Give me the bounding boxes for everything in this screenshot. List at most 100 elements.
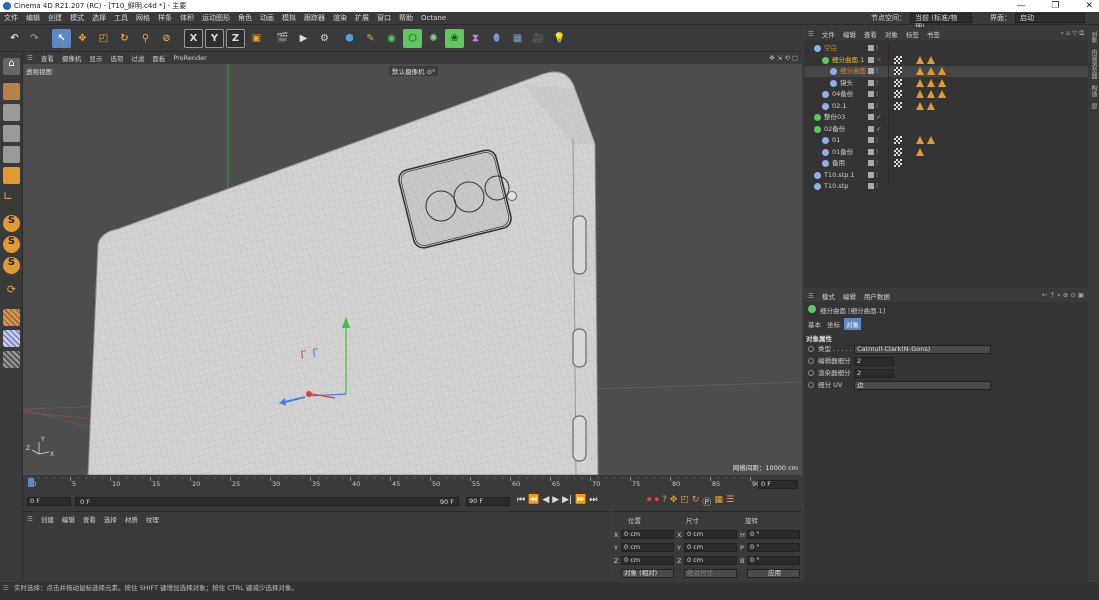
- checker-tag-icon[interactable]: [894, 136, 902, 144]
- enable-dots-icon[interactable]: ⁞: [876, 135, 878, 146]
- enable-dots-icon[interactable]: ⁞: [876, 101, 878, 112]
- am-menu-mode[interactable]: 模式: [818, 291, 839, 301]
- deformer-icon[interactable]: ✺: [424, 29, 443, 48]
- checker-tag-icon[interactable]: [894, 55, 902, 64]
- viewport-nav-icons[interactable]: ✥ ⇲ ⟲ ▢: [765, 54, 802, 62]
- object-row[interactable]: 镜头 ⁞: [804, 78, 1088, 89]
- enable-dots-icon[interactable]: ⁞: [876, 78, 878, 89]
- object-name[interactable]: 镜头: [840, 78, 853, 89]
- material-menu-texture[interactable]: 纹理: [142, 514, 163, 524]
- material-tag-icon[interactable]: [938, 78, 946, 87]
- material-menu-edit[interactable]: 编辑: [58, 514, 79, 524]
- previous-frame-icon[interactable]: ◀: [542, 495, 549, 505]
- enable-dots-icon[interactable]: ⁞: [876, 181, 878, 192]
- enable-dots-icon[interactable]: ⁞: [876, 43, 878, 54]
- minimize-button[interactable]: —: [1016, 0, 1025, 12]
- enable-dots-icon[interactable]: ✓: [876, 112, 882, 123]
- z-axis-lock-icon[interactable]: Z: [226, 29, 245, 48]
- material-tag-icon[interactable]: [916, 78, 924, 87]
- snap-icon[interactable]: S: [3, 215, 20, 232]
- dock-tab-objects[interactable]: 对象: [1089, 31, 1098, 43]
- apply-button[interactable]: 应用: [747, 569, 800, 578]
- visibility-toggle-icon[interactable]: [868, 56, 874, 63]
- menu-volume[interactable]: 体积: [176, 13, 198, 23]
- texture-mode-button[interactable]: [3, 104, 20, 121]
- menu-help[interactable]: 帮助: [395, 13, 417, 23]
- size-x-field[interactable]: 0 cm: [684, 530, 737, 539]
- om-menu-bookmarks[interactable]: 书签: [923, 29, 944, 39]
- checker-tag-icon[interactable]: [894, 159, 902, 167]
- checker-tag-icon[interactable]: [894, 147, 902, 156]
- menu-spline[interactable]: 样条: [154, 13, 176, 23]
- menu-mode[interactable]: 模式: [66, 13, 88, 23]
- om-menu-tags[interactable]: 标签: [902, 29, 923, 39]
- camera-icon[interactable]: 🎥: [529, 29, 548, 48]
- solo-grid-icon[interactable]: [3, 351, 20, 368]
- animate-param-icon[interactable]: [808, 358, 814, 364]
- checker-tag-icon[interactable]: [894, 101, 902, 110]
- render-view-icon[interactable]: 🎬: [273, 29, 292, 48]
- object-name[interactable]: 细分曲面.1: [832, 55, 864, 66]
- object-name[interactable]: 01备份: [832, 147, 853, 158]
- visibility-toggle-icon[interactable]: [868, 160, 874, 166]
- undo-icon[interactable]: ↶: [5, 29, 24, 48]
- menu-octane[interactable]: Octane: [417, 14, 450, 22]
- visibility-toggle-icon[interactable]: [868, 183, 874, 189]
- position-x-field[interactable]: 0 cm: [621, 530, 674, 539]
- menu-animate[interactable]: 动画: [256, 13, 278, 23]
- key-position-icon[interactable]: ✥: [670, 495, 678, 508]
- viewport-menu-display[interactable]: 显示: [85, 53, 106, 63]
- object-row[interactable]: 04备份 ⁞: [804, 89, 1088, 100]
- tab-coord[interactable]: 坐标: [825, 318, 842, 330]
- redo-icon[interactable]: ↷: [25, 29, 44, 48]
- keyframe-selection-icon[interactable]: ?: [662, 495, 667, 508]
- object-name[interactable]: 备用: [832, 158, 845, 169]
- menu-extensions[interactable]: 扩展: [351, 13, 373, 23]
- move-icon[interactable]: ✥: [73, 29, 92, 48]
- field-icon[interactable]: ❀: [445, 29, 464, 48]
- om-menu-view[interactable]: 查看: [860, 29, 881, 39]
- checker-tag-icon[interactable]: [894, 90, 902, 98]
- material-menu-material[interactable]: 材质: [121, 514, 142, 524]
- menu-tracker[interactable]: 跟踪器: [300, 13, 329, 23]
- record-keys-icon[interactable]: ⏺: [647, 495, 652, 508]
- model-mode-icon[interactable]: ⊘: [157, 29, 176, 48]
- enable-dots-icon[interactable]: ⁞: [876, 147, 878, 158]
- x-axis-lock-icon[interactable]: X: [184, 29, 203, 48]
- key-scale-icon[interactable]: ◰: [680, 495, 689, 508]
- material-tag-icon[interactable]: [938, 90, 946, 98]
- om-menu-file[interactable]: 文件: [818, 29, 839, 39]
- tab-basic[interactable]: 基本: [806, 318, 823, 330]
- render-picture-viewer-icon[interactable]: ▶: [294, 29, 313, 48]
- visibility-toggle-icon[interactable]: [868, 171, 874, 178]
- checker-tag-icon[interactable]: [894, 67, 902, 75]
- object-name[interactable]: 02备份: [824, 124, 845, 135]
- object-row[interactable]: 02备份 ✓: [804, 124, 1088, 135]
- object-row[interactable]: 01备份 ⁞: [804, 147, 1088, 158]
- subdivision-surface-icon[interactable]: ◉: [382, 29, 401, 48]
- menu-select[interactable]: 选择: [88, 13, 110, 23]
- visibility-toggle-icon[interactable]: [868, 148, 874, 155]
- cube-primitive-icon[interactable]: ⬢: [340, 29, 359, 48]
- material-tag-icon[interactable]: [916, 90, 924, 98]
- object-row[interactable]: 空白 ⁞: [804, 43, 1088, 54]
- key-param-icon[interactable]: Ⓟ: [702, 495, 711, 508]
- am-nav-icons[interactable]: ← ↑ ⌕ ⊕ ⊙ ▣: [1038, 291, 1088, 300]
- go-to-end-icon[interactable]: ⏭: [589, 495, 597, 505]
- perspective-viewport[interactable]: Γ Γ Y X Z 透视视图 默认摄像机 ⊙° 网格间距：10000 cm: [23, 64, 802, 475]
- material-menu-view[interactable]: 查看: [79, 514, 100, 524]
- object-row[interactable]: 备用 ⁞: [804, 158, 1088, 169]
- object-row[interactable]: 01 ⁞: [804, 135, 1088, 146]
- menu-file[interactable]: 文件: [0, 13, 22, 23]
- enable-dots-icon[interactable]: ⁞: [876, 170, 878, 181]
- brush-grid-icon[interactable]: [3, 309, 20, 326]
- property-dropdown[interactable]: 边: [854, 381, 991, 390]
- floor-icon[interactable]: ▦: [508, 29, 527, 48]
- material-tag-icon[interactable]: [938, 67, 946, 75]
- tab-object[interactable]: 对象: [844, 318, 861, 330]
- om-search-icon[interactable]: ⌕ ⌂ ▽ ⧉: [1056, 29, 1088, 38]
- visibility-toggle-icon[interactable]: [868, 79, 874, 86]
- material-tag-icon[interactable]: [927, 78, 935, 87]
- visibility-toggle-icon[interactable]: [868, 45, 874, 51]
- y-axis-lock-icon[interactable]: Y: [205, 29, 224, 48]
